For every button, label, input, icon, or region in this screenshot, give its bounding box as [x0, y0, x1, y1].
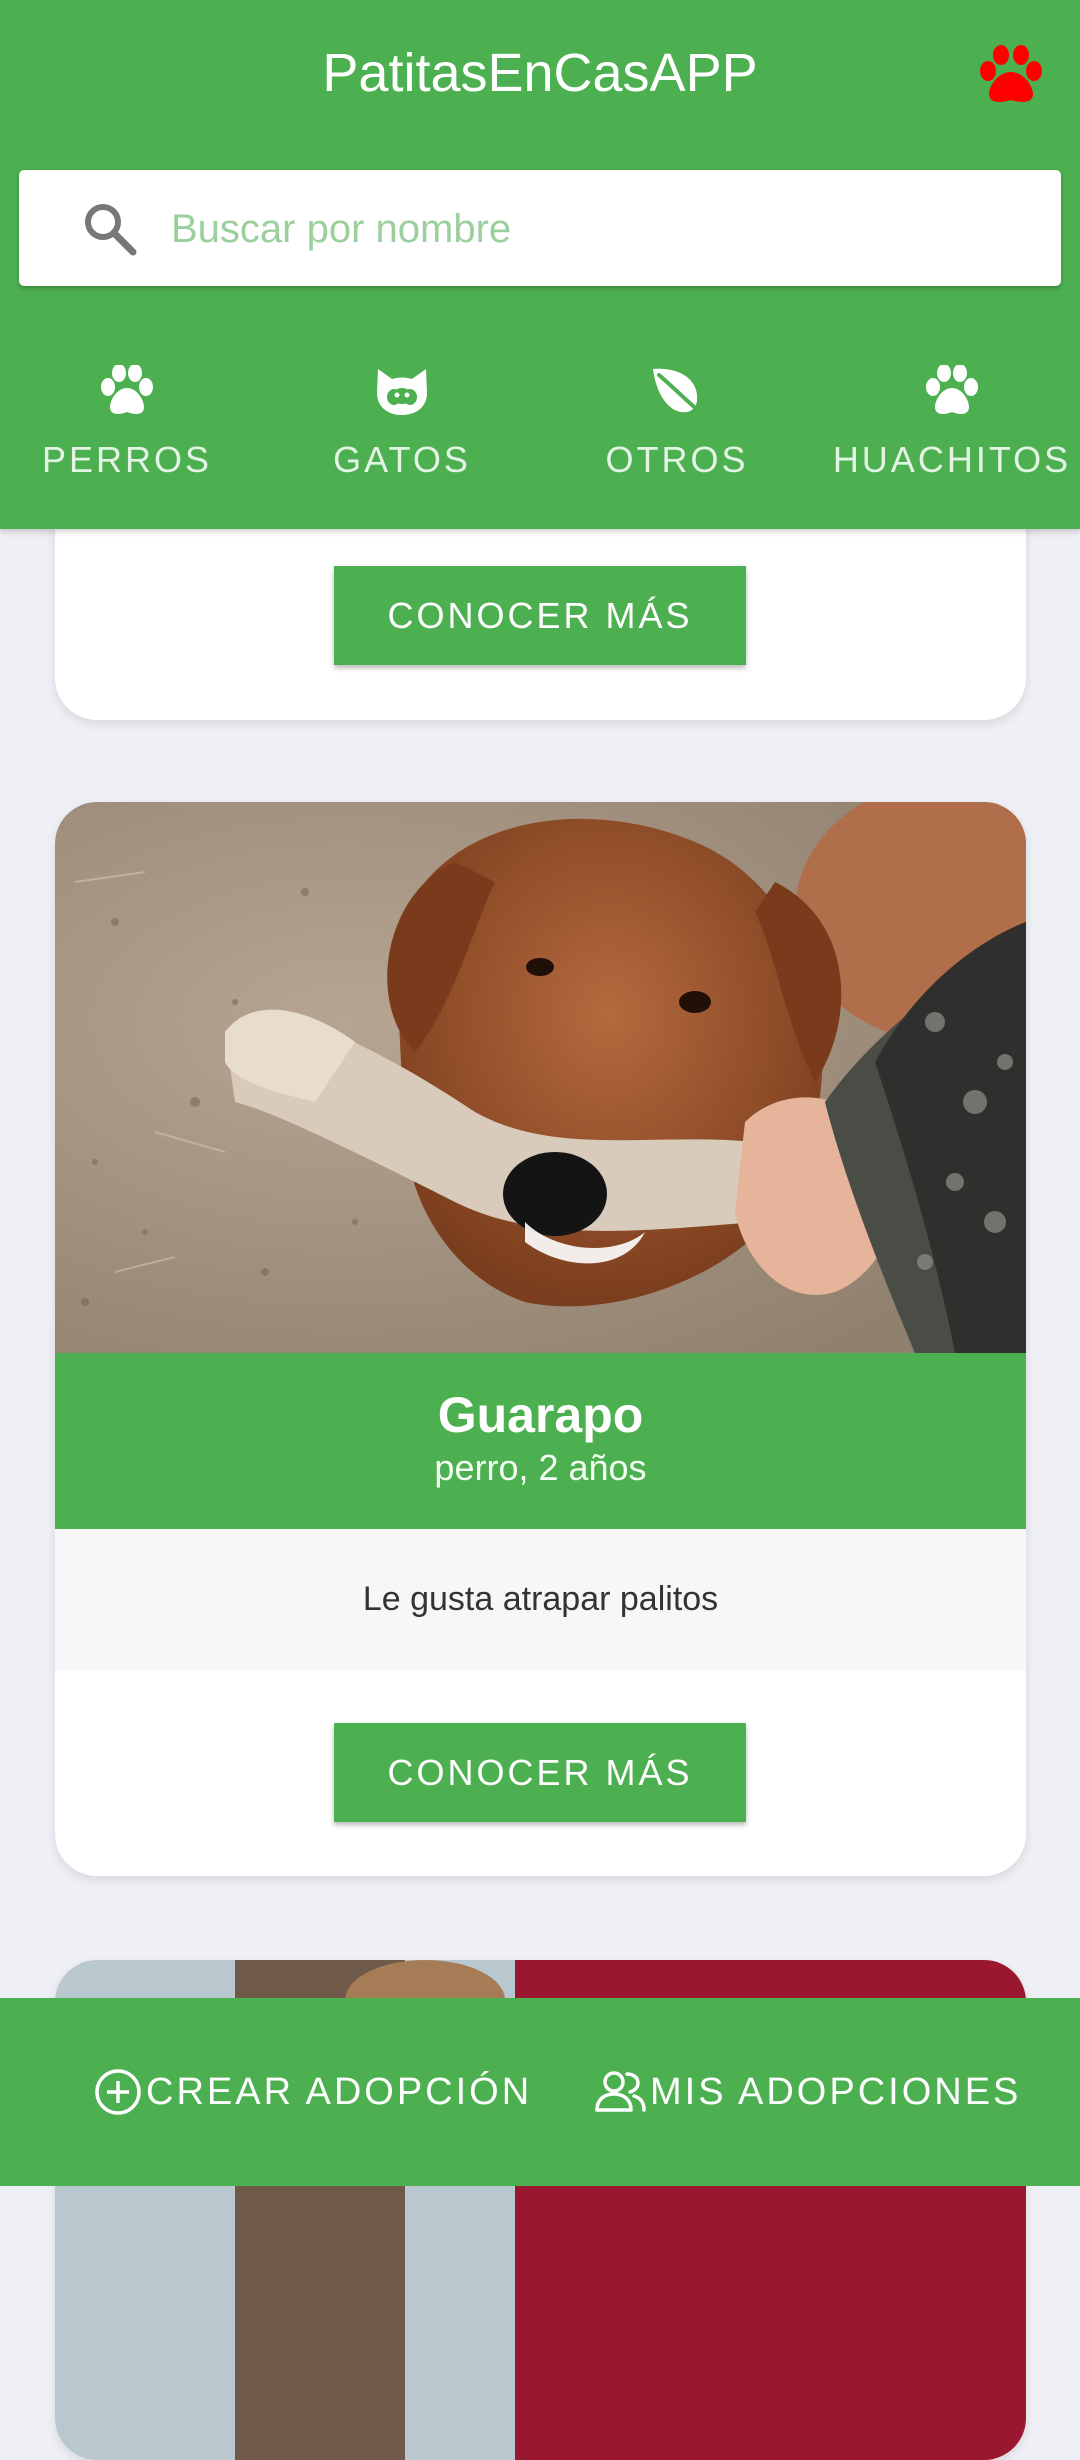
paw-icon: [926, 365, 978, 415]
create-adoption-label: CREAR ADOPCIÓN: [146, 2070, 533, 2113]
add-circle-icon: [95, 2069, 141, 2115]
create-adoption-button[interactable]: CREAR ADOPCIÓN: [92, 2064, 532, 2120]
category-label: HUACHITOS: [832, 439, 1072, 480]
app-title: PatitasEnCasAPP: [322, 43, 758, 103]
search-input[interactable]: [169, 192, 1033, 266]
bottom-navigation: CREAR ADOPCIÓN MIS ADOPCIONES: [0, 1998, 1080, 2186]
my-adoptions-label: MIS ADOPCIONES: [650, 2070, 1022, 2113]
category-tab-perros[interactable]: PERROS: [2, 365, 252, 505]
pet-card-guarapo: Guarapo perro, 2 años Le gusta atrapar p…: [55, 802, 1026, 1876]
pet-species-age: perro, 2 años: [434, 1447, 647, 1488]
pet-info-band: Guarapo perro, 2 años: [55, 1353, 1026, 1529]
paw-icon: [101, 365, 153, 415]
search-icon: [85, 204, 137, 256]
paw-icon: [980, 45, 1042, 102]
people-icon: [595, 2071, 646, 2112]
learn-more-button[interactable]: CONOCER MÁS: [334, 566, 746, 665]
cat-icon: [377, 369, 427, 415]
pet-description: Le gusta atrapar palitos: [55, 1529, 1026, 1670]
my-adoptions-button[interactable]: MIS ADOPCIONES: [592, 2064, 1021, 2120]
leaf-icon: [653, 368, 705, 417]
category-tab-otros[interactable]: OTROS: [552, 365, 802, 505]
category-tab-gatos[interactable]: GATOS: [277, 365, 527, 505]
pet-name: Guarapo: [437, 1387, 644, 1443]
category-tab-huachitos[interactable]: HUACHITOS: [827, 365, 1077, 505]
learn-more-button[interactable]: CONOCER MÁS: [334, 1723, 746, 1822]
category-label: OTROS: [605, 439, 749, 480]
category-label: GATOS: [333, 439, 471, 480]
search-bar: [19, 170, 1061, 286]
category-label: PERROS: [41, 439, 213, 480]
app-header: PatitasEnCasAPP PERROS: [0, 0, 1080, 529]
pet-photo: [55, 802, 1026, 1353]
